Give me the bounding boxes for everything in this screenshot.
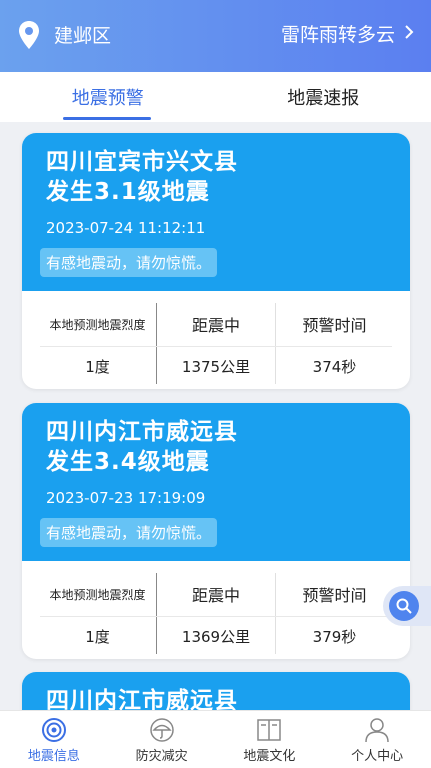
card-title-line: 四川内江市威远县 xyxy=(46,688,238,710)
tab-label: 地震速报 xyxy=(287,88,360,109)
location-pin-icon[interactable] xyxy=(17,20,41,50)
nav-profile[interactable]: 个人中心 xyxy=(323,711,431,768)
divider xyxy=(156,573,157,654)
card-title: 四川内江市威远县 发生3.4级地震 xyxy=(46,417,238,477)
nav-disaster-prevention[interactable]: 防灾减灾 xyxy=(108,711,216,768)
table-header-warning-time: 预警时间 xyxy=(302,586,367,605)
location-name[interactable]: 建邺区 xyxy=(54,21,111,48)
tab-earthquake-warning[interactable]: 地震预警 xyxy=(0,72,216,122)
search-button-circle[interactable] xyxy=(389,591,419,621)
nav-earthquake-info[interactable]: 地震信息 xyxy=(0,711,108,768)
warning-card[interactable]: 四川内江市威远县 发生3.4级地震 2023-07-23 17:19:09 有感… xyxy=(22,403,410,659)
tab-bar: 地震预警 地震速报 xyxy=(0,72,431,122)
divider xyxy=(275,573,276,654)
info-table: 本地预测地震烈度 距震中 预警时间 1度 1375公里 374秒 xyxy=(40,303,392,384)
card-title-line: 发生3.1级地震 xyxy=(46,179,210,205)
table-header-intensity: 本地预测地震烈度 xyxy=(49,317,146,332)
warning-time-value: 374秒 xyxy=(312,357,357,376)
nav-label: 地震信息 xyxy=(27,749,80,764)
warning-feed[interactable]: 四川宜宾市兴文县 发生3.1级地震 2023-07-24 11:12:11 有感… xyxy=(0,122,431,710)
app-header: 建邺区 雷阵雨转多云 xyxy=(0,0,431,72)
divider xyxy=(40,346,392,347)
card-note: 有感地震动，请勿惊慌。 xyxy=(40,518,218,547)
card-time: 2023-07-23 17:19:09 xyxy=(46,489,206,507)
divider xyxy=(156,303,157,384)
table-header-distance: 距震中 xyxy=(191,586,240,605)
distance-value: 1369公里 xyxy=(181,627,251,646)
card-header: 四川内江市威远县 发生3.4级地震 2023-07-23 17:19:09 有感… xyxy=(22,403,410,561)
bottom-nav: 地震信息 防灾减灾 地震文化 个人中心 xyxy=(0,710,431,768)
card-title: 四川宜宾市兴文县 发生3.1级地震 xyxy=(46,147,238,207)
tab-label: 地震预警 xyxy=(71,88,144,109)
nav-label: 个人中心 xyxy=(351,749,404,764)
chevron-right-icon[interactable] xyxy=(403,22,415,42)
card-header: 四川内江市威远县 xyxy=(22,672,410,710)
tab-earthquake-report[interactable]: 地震速报 xyxy=(216,72,431,122)
card-title-line: 四川宜宾市兴文县 xyxy=(46,149,238,175)
warning-time-value: 379秒 xyxy=(312,627,357,646)
search-icon xyxy=(396,598,412,614)
card-time: 2023-07-24 11:12:11 xyxy=(46,219,206,237)
book-icon xyxy=(257,719,282,741)
person-icon xyxy=(365,718,389,743)
intensity-value: 1度 xyxy=(85,627,110,646)
intensity-value: 1度 xyxy=(85,357,110,376)
weather-summary[interactable]: 雷阵雨转多云 xyxy=(281,20,395,47)
card-title-line: 四川内江市威远县 xyxy=(46,419,238,445)
nav-label: 地震文化 xyxy=(243,749,296,764)
info-table: 本地预测地震烈度 距震中 预警时间 1度 1369公里 379秒 xyxy=(40,573,392,654)
warning-card[interactable]: 四川宜宾市兴文县 发生3.1级地震 2023-07-24 11:12:11 有感… xyxy=(22,133,410,389)
card-title-line: 发生3.4级地震 xyxy=(46,449,210,475)
nav-earthquake-culture[interactable]: 地震文化 xyxy=(216,711,324,768)
card-header: 四川宜宾市兴文县 发生3.1级地震 2023-07-24 11:12:11 有感… xyxy=(22,133,410,291)
umbrella-icon xyxy=(149,718,174,742)
divider xyxy=(275,303,276,384)
floating-search-button[interactable] xyxy=(383,586,431,626)
warning-card[interactable]: 四川内江市威远县 xyxy=(22,672,410,710)
seismic-wave-icon xyxy=(41,718,66,742)
table-header-warning-time: 预警时间 xyxy=(302,316,367,335)
card-note: 有感地震动，请勿惊慌。 xyxy=(40,248,218,277)
nav-label: 防灾减灾 xyxy=(135,749,188,764)
table-header-intensity: 本地预测地震烈度 xyxy=(49,587,146,602)
distance-value: 1375公里 xyxy=(181,357,251,376)
table-header-distance: 距震中 xyxy=(191,316,240,335)
card-title: 四川内江市威远县 xyxy=(46,686,238,710)
divider xyxy=(40,616,392,617)
